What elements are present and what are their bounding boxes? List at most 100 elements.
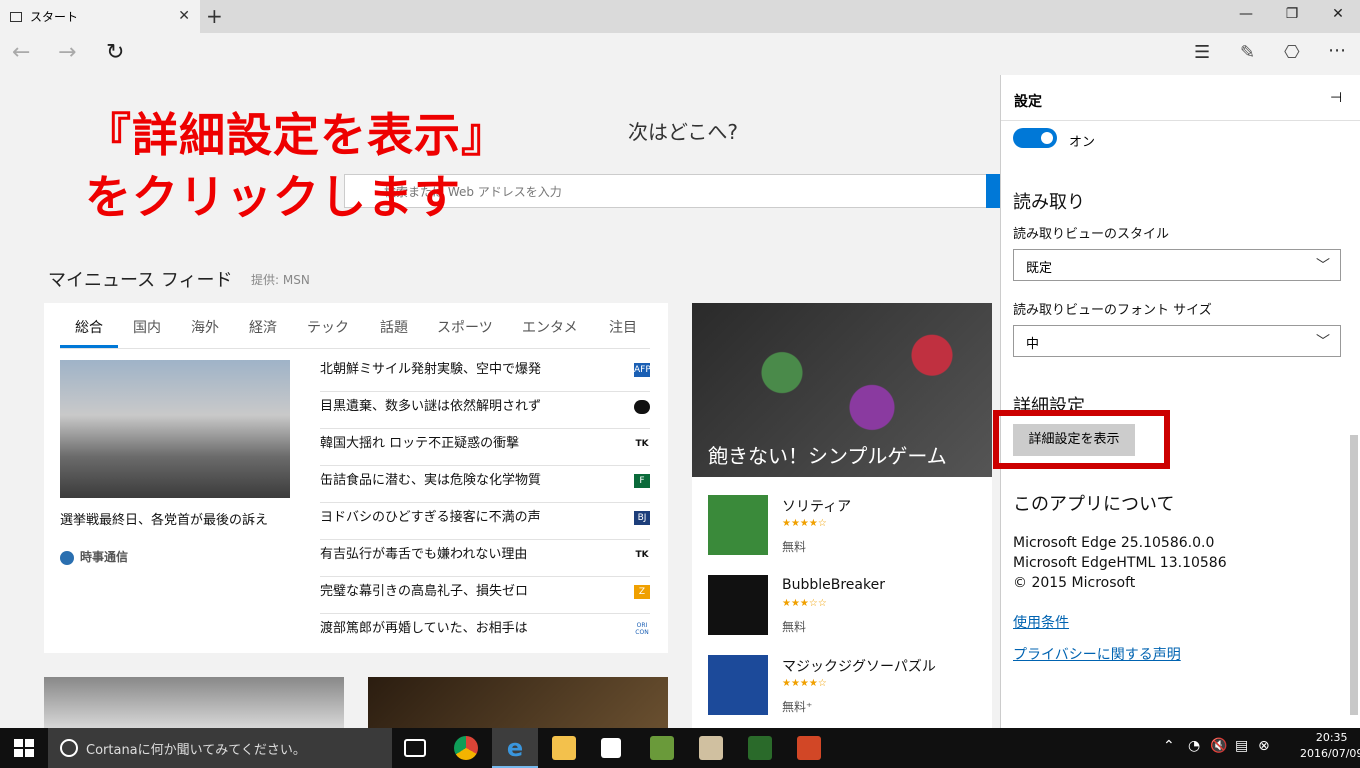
oricon-icon: ORI CON	[634, 622, 650, 636]
file-explorer-icon[interactable]	[552, 736, 576, 760]
tab-wadai[interactable]: 話題	[380, 317, 408, 337]
news-thumbnail[interactable]	[44, 677, 344, 732]
terms-link[interactable]: 使用条件	[1013, 612, 1069, 632]
reading-font-select[interactable]: 中 ﹀	[1013, 325, 1341, 357]
feed-title: マイニュース フィード	[48, 270, 233, 291]
tab-bar	[0, 0, 1360, 33]
feed-source: 提供: MSN	[251, 273, 310, 287]
nav-bar	[0, 33, 1360, 75]
notification-icon[interactable]: ▤	[1235, 738, 1248, 754]
chrome-icon[interactable]	[454, 736, 478, 760]
headline-item[interactable]: 目黒遺棄、数多い謎は依然解明されず	[320, 392, 650, 429]
news-main-image[interactable]	[60, 360, 290, 498]
chevron-down-icon: ﹀	[1316, 258, 1330, 274]
z-icon: Z	[634, 585, 650, 599]
jigsaw-puzzle-icon[interactable]	[708, 655, 768, 715]
task-view-icon[interactable]	[404, 739, 426, 757]
reading-style-select[interactable]: 既定 ﹀	[1013, 249, 1341, 281]
paint-icon[interactable]	[699, 736, 723, 760]
evernote-icon[interactable]	[650, 736, 674, 760]
toggle-switch[interactable]	[1013, 128, 1057, 148]
headline-item[interactable]: ヨドバシのひどすぎる接客に不満の声 BJ	[320, 503, 650, 540]
settings-divider	[1001, 120, 1360, 121]
game-name[interactable]: BubbleBreaker	[782, 577, 885, 593]
cortana-search[interactable]: Cortanaに何か聞いてみてください。	[48, 728, 392, 768]
search-go-button[interactable]	[986, 174, 1000, 208]
ffftp-icon[interactable]	[748, 736, 772, 760]
reading-heading: 読み取り	[1013, 192, 1085, 213]
cortana-icon	[60, 739, 78, 757]
afp-icon: AFP	[634, 363, 651, 377]
edgehtml-version: Microsoft EdgeHTML 13.10586	[1013, 555, 1227, 571]
headline-item[interactable]: 缶詰食品に潜む、実は危険な化学物質 F	[320, 466, 650, 503]
game-name[interactable]: マジックジグソーパズル	[782, 656, 936, 676]
tab-entame[interactable]: エンタメ	[522, 317, 578, 337]
privacy-link[interactable]: プライバシーに関する声明	[1013, 644, 1181, 664]
headline-item[interactable]: 渡部篤郎が再婚していた、お相手は ORI CON	[320, 614, 650, 651]
new-tab-button[interactable]: +	[206, 4, 223, 28]
tab-sogo[interactable]: 総合	[75, 317, 103, 337]
volume-muted-icon[interactable]: 🔇	[1210, 738, 1227, 754]
edge-version: Microsoft Edge 25.10586.0.0	[1013, 535, 1215, 551]
clock-date: 2016/07/09	[1300, 747, 1360, 760]
settings-title: 設定	[1014, 94, 1042, 110]
page-icon	[10, 11, 22, 22]
tab-chumoku[interactable]: 注目	[609, 317, 637, 337]
headline-item[interactable]: 韓国大揺れ ロッテ不正疑惑の衝撃 TK	[320, 429, 650, 466]
clock[interactable]: 20:35 2016/07/09	[1300, 730, 1360, 762]
game-rating: ★★★☆☆	[782, 598, 827, 609]
close-window-button[interactable]: ✕	[1328, 6, 1348, 22]
headline-item[interactable]: 有吉弘行が毒舌でも嫌われない理由 TK	[320, 540, 650, 577]
game-price: 無料⁺	[782, 700, 813, 714]
bubblebreaker-icon[interactable]	[708, 575, 768, 635]
game-rating: ★★★★☆	[782, 518, 827, 529]
tab-title: スタート	[30, 10, 79, 24]
web-note-icon[interactable]: ✎	[1240, 42, 1255, 63]
jiji-logo-icon	[60, 550, 74, 565]
tab-kaigai[interactable]: 海外	[191, 317, 219, 337]
headline-item[interactable]: 完璧な幕引きの高島礼子、損失ゼロ Z	[320, 577, 650, 614]
clock-time: 20:35	[1315, 731, 1348, 744]
reading-style-label: 読み取りビューのスタイル	[1013, 227, 1170, 242]
game-rating: ★★★★☆	[782, 678, 827, 689]
restore-button[interactable]: ❐	[1282, 6, 1302, 22]
more-icon[interactable]: ⋯	[1328, 40, 1346, 61]
chevron-up-icon[interactable]: ⌃	[1163, 738, 1175, 754]
pin-icon[interactable]: ⊣	[1330, 90, 1342, 106]
close-tab-icon[interactable]: ✕	[178, 8, 190, 24]
game-price: 無料	[782, 540, 807, 554]
windows-start-icon[interactable]	[14, 739, 34, 757]
store-icon[interactable]	[601, 738, 621, 758]
forward-arrow-icon[interactable]: →	[58, 40, 76, 65]
chevron-down-icon: ﹀	[1316, 334, 1330, 350]
game-banner-caption: 飽きない！シンプルゲーム	[708, 444, 947, 468]
f-icon: F	[634, 474, 650, 488]
about-heading: このアプリについて	[1013, 494, 1175, 515]
tab-kokunai[interactable]: 国内	[133, 317, 161, 337]
news-main-caption[interactable]: 選挙戦最終日、各党首が最後の訴え	[60, 509, 268, 528]
hub-icon[interactable]: ☰	[1194, 42, 1210, 63]
minimize-button[interactable]: —	[1236, 6, 1256, 22]
tab-start[interactable]: スタート ✕	[0, 0, 200, 33]
highlight-box	[993, 410, 1170, 469]
solitaire-icon[interactable]	[708, 495, 768, 555]
headline-item[interactable]: 北朝鮮ミサイル発射実験、空中で爆発 AFP	[320, 355, 651, 392]
game-name[interactable]: ソリティア	[782, 496, 851, 516]
bj-icon: BJ	[634, 511, 650, 525]
news-thumbnail[interactable]	[368, 677, 668, 732]
back-arrow-icon[interactable]: ←	[12, 40, 30, 65]
wifi-icon[interactable]: ◔	[1188, 738, 1200, 754]
page-heading: 次はどこへ?	[628, 120, 739, 144]
close-circle-icon[interactable]: ⊗	[1258, 738, 1270, 754]
tab-sports[interactable]: スポーツ	[437, 317, 493, 337]
settings-scrollbar[interactable]	[1350, 435, 1358, 715]
news-main-source: 時事通信	[60, 548, 128, 565]
share-icon[interactable]: ⎔	[1284, 42, 1300, 63]
reading-font-label: 読み取りビューのフォント サイズ	[1013, 303, 1212, 318]
toggle-label: オン	[1069, 135, 1096, 150]
refresh-icon[interactable]: ↻	[106, 40, 124, 65]
instruction-line-1: 『詳細設定を表示』	[85, 108, 508, 162]
tab-tech[interactable]: テック	[307, 317, 349, 337]
powerpoint-icon[interactable]	[797, 736, 821, 760]
tab-keizai[interactable]: 経済	[249, 317, 277, 337]
